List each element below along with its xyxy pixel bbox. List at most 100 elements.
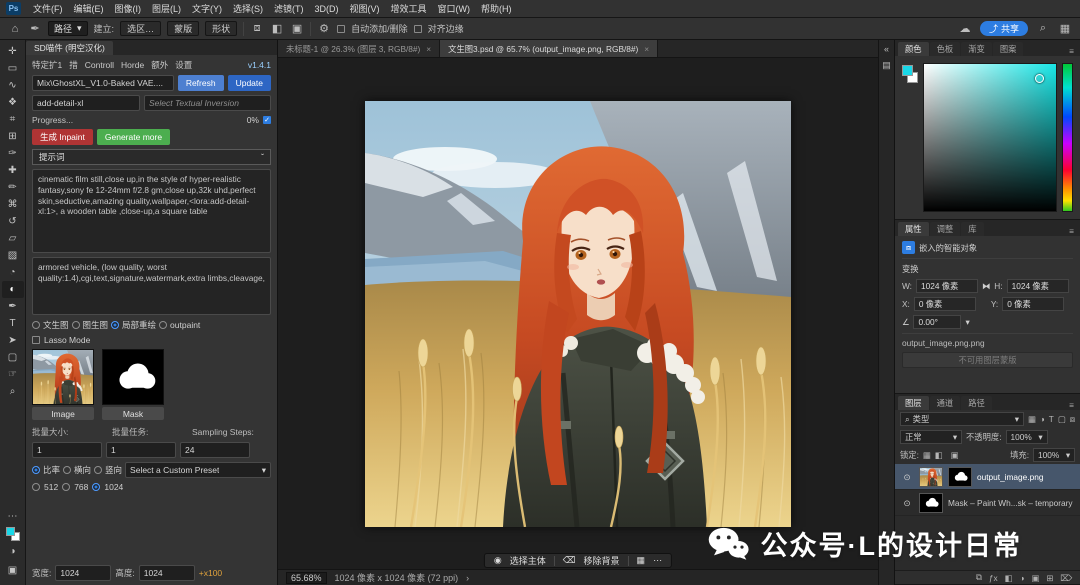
size-1024-radio[interactable]: [92, 483, 101, 491]
new-group-icon[interactable]: ▣: [1031, 573, 1039, 583]
canvas-viewport[interactable]: ◉ 选择主体 ⌫ 移除背景 ▦ ⋯: [278, 58, 878, 569]
layer-row-output-image[interactable]: ⊙ output_image.png: [895, 464, 1080, 490]
hue-slider[interactable]: [1062, 63, 1073, 212]
ratio-radio[interactable]: [32, 466, 40, 474]
tab-properties[interactable]: 属性: [898, 222, 929, 236]
panel-menu-icon[interactable]: ≡: [1066, 400, 1077, 410]
blend-mode-select[interactable]: 正常 ▾: [900, 430, 962, 444]
panel-menu-icon[interactable]: ≡: [1066, 46, 1077, 56]
custom-preset-select[interactable]: Select a Custom Preset ▾: [125, 462, 271, 478]
sd-tab-extra[interactable]: 额外: [151, 59, 168, 71]
opacity-input[interactable]: 100% ▾: [1005, 430, 1048, 444]
brush-tool-icon[interactable]: ✏: [2, 179, 24, 196]
collapse-panels-icon[interactable]: «: [884, 44, 889, 54]
update-button[interactable]: Update: [227, 75, 271, 91]
tab-color[interactable]: 颜色: [898, 42, 929, 56]
add-mask-icon[interactable]: ◧: [1005, 573, 1013, 583]
adjustment-layer-icon[interactable]: ◑: [1019, 573, 1024, 583]
auto-add-delete-checkbox[interactable]: [337, 24, 346, 33]
mode-img2img-radio[interactable]: [71, 321, 80, 329]
menu-view[interactable]: 视图(V): [345, 2, 385, 15]
menu-window[interactable]: 窗口(W): [433, 2, 476, 15]
tab-libraries[interactable]: 库: [961, 222, 984, 236]
sd-tab-settings[interactable]: 设置: [175, 59, 192, 71]
gear-icon[interactable]: ⚙: [317, 22, 331, 35]
path-alignment-icon[interactable]: ◧: [270, 22, 284, 35]
portrait-radio[interactable]: [94, 466, 103, 474]
path-selection-tool-icon[interactable]: ➤: [2, 332, 24, 349]
link-layers-icon[interactable]: ⧉: [976, 572, 982, 583]
sampling-steps-input[interactable]: 24: [180, 442, 250, 458]
dodge-tool-icon[interactable]: ◐: [1, 281, 24, 298]
tab-patterns[interactable]: 图案: [992, 42, 1024, 56]
quick-mask-icon[interactable]: ◑: [2, 543, 24, 560]
sd-tab-misc[interactable]: 措: [69, 59, 78, 71]
layer-thumbnail[interactable]: [919, 492, 943, 513]
home-icon[interactable]: ⌂: [8, 23, 22, 35]
tool-mode-select[interactable]: 路径 ▾: [48, 21, 88, 36]
lock-pixels-icon[interactable]: ◧: [935, 450, 943, 460]
tab-gradients[interactable]: 渐变: [961, 42, 992, 56]
clone-stamp-tool-icon[interactable]: ⌘: [2, 196, 24, 213]
transform-height-input[interactable]: 1024 像素: [1006, 279, 1069, 293]
mode-inpaint-radio[interactable]: [111, 321, 120, 329]
link-dimensions-icon[interactable]: ⧓: [982, 281, 990, 291]
filter-type-layers-icon[interactable]: T: [1049, 414, 1054, 425]
tab-paths[interactable]: 路径: [961, 396, 992, 410]
sd-tab-horde[interactable]: Horde: [121, 60, 144, 70]
transform-y-input[interactable]: 0 像素: [1002, 297, 1065, 311]
layer-row-mask-temporary[interactable]: ⊙ Mask – Paint Wh...sk – temporary: [895, 490, 1080, 516]
taskbar-more-icon[interactable]: ⋯: [653, 555, 662, 566]
width-input[interactable]: 1024: [55, 565, 112, 581]
filter-pixel-layers-icon[interactable]: ▦: [1028, 414, 1036, 425]
tab-adjustments[interactable]: 调整: [929, 222, 961, 236]
make-selection-button[interactable]: 选区…: [120, 21, 162, 36]
menu-layer[interactable]: 图层(L): [147, 2, 186, 15]
input-image-thumbnail[interactable]: [32, 349, 94, 405]
mask-thumbnail-label[interactable]: Mask: [102, 407, 164, 420]
share-button[interactable]: ⤴ 共享: [979, 21, 1028, 36]
color-fg-bg-swatches[interactable]: [902, 63, 918, 212]
remove-background-button[interactable]: 移除背景: [584, 554, 620, 567]
mode-outpaint-radio[interactable]: [159, 321, 168, 329]
pen-tool-icon[interactable]: ✒: [2, 298, 24, 315]
layer-filter-select[interactable]: ⌕ 类型 ▾: [900, 412, 1024, 426]
lasso-mode-checkbox[interactable]: [32, 336, 40, 344]
progress-checkbox[interactable]: ✓: [263, 116, 271, 124]
edit-toolbar-icon[interactable]: ⋯: [2, 508, 24, 525]
close-icon[interactable]: ×: [426, 44, 431, 54]
size-768-radio[interactable]: [62, 483, 71, 491]
hand-tool-icon[interactable]: ☞: [2, 366, 24, 383]
history-panel-icon[interactable]: ▤: [882, 60, 891, 71]
lasso-tool-icon[interactable]: ∿: [2, 77, 24, 94]
sd-tab-controlnet[interactable]: Controll: [85, 60, 114, 70]
batch-size-input[interactable]: 1: [32, 442, 102, 458]
height-input[interactable]: 1024: [138, 565, 195, 581]
cloud-status-icon[interactable]: ☁: [958, 22, 972, 35]
lock-transparency-icon[interactable]: ▦: [923, 450, 931, 460]
search-icon[interactable]: ⌕: [1036, 22, 1050, 35]
history-brush-tool-icon[interactable]: ↺: [2, 213, 24, 230]
pen-tool-preset-icon[interactable]: ✒: [28, 22, 42, 35]
zoom-level-input[interactable]: 65.68%: [286, 571, 327, 584]
color-picker-cursor[interactable]: [1035, 74, 1045, 84]
type-tool-icon[interactable]: T: [2, 315, 24, 332]
zoom-tool-icon[interactable]: ⌕: [2, 383, 24, 400]
eraser-tool-icon[interactable]: ▱: [2, 230, 24, 247]
landscape-radio[interactable]: [63, 466, 72, 474]
taskbar-grid-icon[interactable]: ▦: [637, 555, 646, 566]
generate-inpaint-button[interactable]: 生成 Inpaint: [32, 129, 93, 145]
marquee-tool-icon[interactable]: ▭: [2, 60, 24, 77]
refresh-button[interactable]: Refresh: [177, 75, 224, 91]
crop-tool-icon[interactable]: ⌗: [2, 111, 24, 128]
workspace-switcher-icon[interactable]: ▦: [1058, 22, 1072, 35]
negative-prompt-textarea[interactable]: armored vehicle, (low quality, worst qua…: [32, 257, 271, 315]
select-subject-button[interactable]: 选择主体: [510, 554, 546, 567]
foreground-color-swatch[interactable]: [5, 527, 15, 536]
rotation-angle-input[interactable]: 0.00°: [913, 315, 962, 329]
menu-filter[interactable]: 滤镜(T): [269, 2, 309, 15]
model-select[interactable]: Mix\GhostXL_V1.0-Baked VAE....: [32, 75, 174, 91]
fill-input[interactable]: 100% ▾: [1033, 448, 1075, 462]
menu-select[interactable]: 选择(S): [228, 2, 268, 15]
sd-panel-title[interactable]: SD喵件 (明空汉化): [26, 41, 113, 55]
